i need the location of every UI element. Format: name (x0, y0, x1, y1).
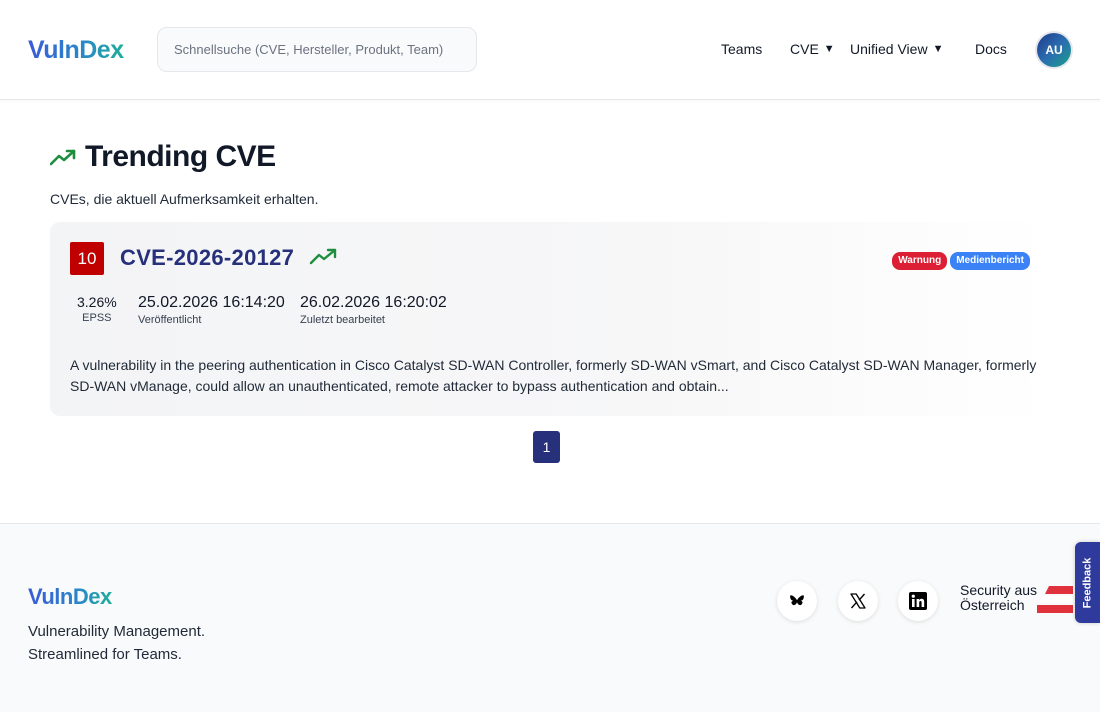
avatar[interactable]: AU (1037, 33, 1071, 67)
footer-logo[interactable]: VulnDex (28, 584, 112, 610)
page-title: Trending CVE (85, 140, 276, 173)
tagline-line: Vulnerability Management. (28, 623, 206, 640)
epss-label: EPSS (82, 312, 112, 324)
nav-unified-view-dropdown[interactable]: Unified View ▼ (850, 41, 943, 57)
nav-teams-label: Teams (721, 41, 763, 57)
published-metric: 25.02.2026 16:14:20 Veröffentlicht (138, 294, 285, 326)
austria-flag-icon (1037, 586, 1073, 613)
caret-down-icon: ▼ (932, 43, 944, 55)
cve-id-link[interactable]: CVE-2026-20127 (120, 245, 294, 271)
footer-tagline: Vulnerability Management. Streamlined fo… (28, 620, 205, 666)
search-input[interactable] (157, 27, 477, 72)
last-edited-metric: 26.02.2026 16:20:02 Zuletzt bearbeitet (300, 294, 447, 326)
x-link[interactable] (838, 581, 878, 621)
caret-down-icon: ▼ (823, 43, 835, 55)
last-edited-value: 26.02.2026 16:20:02 (300, 294, 447, 311)
security-aus-oesterreich-label: Security aus Österreich (960, 583, 1037, 613)
bluesky-link[interactable] (777, 581, 817, 621)
nav-docs[interactable]: Docs (975, 41, 1007, 57)
security-line: Österreich (960, 597, 1025, 613)
nav-cve-dropdown[interactable]: CVE ▼ (790, 41, 835, 57)
cve-badges: Warnung Medienbericht (892, 252, 1030, 270)
trending-up-icon (309, 248, 337, 265)
avatar-initials: AU (1045, 43, 1063, 57)
trending-up-icon (50, 149, 76, 166)
cve-card[interactable]: 10 CVE-2026-20127 Warnung Medienbericht … (50, 222, 1050, 416)
logo[interactable]: VulnDex (28, 36, 124, 65)
tagline-line: Streamlined for Teams. (28, 646, 182, 663)
bluesky-icon (790, 595, 804, 606)
epss-metric: 3.26% EPSS (77, 294, 117, 324)
published-value: 25.02.2026 16:14:20 (138, 294, 285, 311)
cve-description: A vulnerability in the peering authentic… (70, 357, 1037, 394)
nav-teams[interactable]: Teams (721, 41, 762, 57)
nav-unified-view-label: Unified View (850, 41, 928, 57)
feedback-tab[interactable]: Feedback (1075, 542, 1100, 623)
nav-cve-label: CVE (790, 41, 819, 57)
cvss-score-badge: 10 (70, 242, 104, 275)
pagination-page-button[interactable]: 1 (533, 431, 560, 463)
linkedin-icon (909, 592, 927, 610)
site-header: VulnDex Teams CVE ▼ Unified View ▼ Docs … (0, 0, 1100, 100)
security-line: Security aus (960, 582, 1038, 598)
page-title-row: Trending CVE (50, 140, 276, 174)
epss-value: 3.26% (77, 294, 117, 310)
published-label: Veröffentlicht (138, 314, 202, 326)
site-footer: VulnDex Vulnerability Management. Stream… (0, 523, 1100, 712)
badge-media-report: Medienbericht (950, 252, 1030, 270)
feedback-label: Feedback (1081, 557, 1094, 608)
nav-docs-label: Docs (975, 41, 1007, 57)
badge-warning: Warnung (892, 252, 948, 270)
last-edited-label: Zuletzt bearbeitet (300, 314, 385, 326)
linkedin-link[interactable] (898, 581, 938, 621)
x-icon (850, 593, 866, 609)
page-subtitle: CVEs, die aktuell Aufmerksamkeit erhalte… (50, 191, 319, 207)
